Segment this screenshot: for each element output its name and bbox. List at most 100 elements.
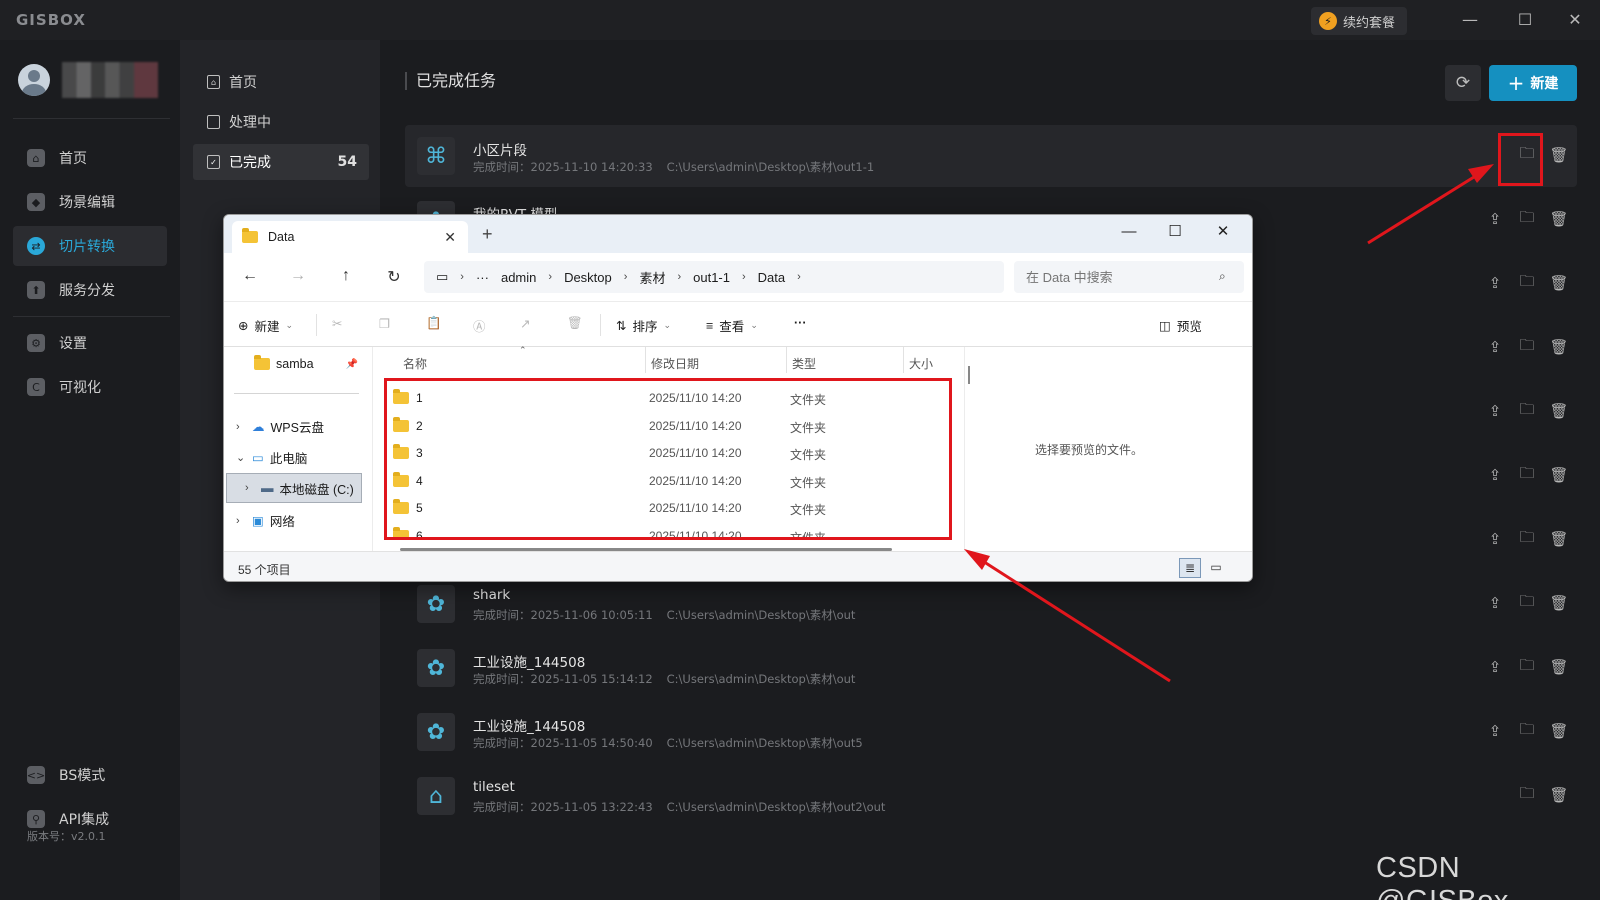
upload-icon[interactable]: ⇪ [1485, 528, 1505, 550]
up-button[interactable]: ↑ [334, 267, 358, 285]
upload-icon[interactable]: ⇪ [1485, 592, 1505, 614]
search-input[interactable] [1014, 261, 1244, 293]
renew-plan-button[interactable]: ⚡ 续约套餐 [1311, 7, 1408, 35]
upload-icon[interactable]: ⇪ [1485, 336, 1505, 358]
explorer-tab[interactable]: Data ✕ [232, 221, 468, 253]
refresh-button[interactable]: ↻ [382, 267, 406, 287]
maximize-button[interactable]: ☐ [1510, 8, 1540, 32]
breadcrumb-item[interactable]: Desktop [564, 270, 612, 285]
tree-item-network[interactable]: › ▣ 网络 [236, 511, 295, 530]
tree-item-wps-cloud[interactable]: › ☁ WPS云盘 [236, 417, 324, 436]
vertical-scrollbar[interactable] [968, 366, 970, 384]
sidebar-item-tile-convert[interactable]: ⇄ 切片转换 [13, 226, 167, 266]
trash-icon[interactable]: 🗑 [1549, 784, 1569, 806]
copy-icon[interactable]: ❐ [379, 316, 390, 331]
trash-icon[interactable]: 🗑 [1549, 720, 1569, 742]
details-view-icon[interactable]: ≣ [1179, 558, 1201, 578]
folder-open-icon[interactable]: 🗀 [1517, 592, 1537, 614]
chevron-down-icon[interactable]: ⌄ [236, 451, 246, 464]
task-row[interactable]: ⌘ 小区片段 完成时间：2025-11-10 14:20:33 C:\Users\ad… [405, 125, 1577, 187]
view-button[interactable]: ≡ 查看 ⌄ [706, 316, 758, 335]
breadcrumb-item[interactable]: admin [501, 270, 536, 285]
folder-open-icon[interactable]: 🗀 [1517, 208, 1537, 230]
subnav-item-completed[interactable]: ✓ 已完成 54 [193, 144, 369, 180]
folder-open-icon[interactable]: 🗀 [1517, 784, 1537, 806]
user-profile[interactable] [18, 62, 158, 98]
trash-icon[interactable]: 🗑 [1549, 656, 1569, 678]
folder-open-icon[interactable]: 🗀 [1517, 720, 1537, 742]
file-row[interactable]: 5 2025/11/10 14:20 文件夹 [383, 493, 943, 521]
folder-open-icon[interactable]: 🗀 [1517, 272, 1537, 294]
trash-icon[interactable]: 🗑 [1549, 272, 1569, 294]
tree-item-samba[interactable]: samba 📌 [254, 355, 358, 371]
subnav-item-processing[interactable]: 处理中 [193, 104, 369, 140]
task-row[interactable]: ✿ shark 完成时间：2025-11-06 10:05:11 C:\Users\a… [405, 573, 1577, 635]
breadcrumb-item[interactable]: Data [758, 270, 785, 285]
tree-item-this-pc[interactable]: ⌄ ▭ 此电脑 [236, 448, 307, 467]
minimize-button[interactable]: — [1455, 8, 1485, 32]
forward-button[interactable]: → [286, 267, 310, 285]
explorer-minimize-button[interactable]: — [1114, 220, 1144, 244]
breadcrumb-item[interactable]: 素材 [639, 268, 665, 287]
upload-icon[interactable]: ⇪ [1485, 464, 1505, 486]
share-icon[interactable]: ↗ [520, 316, 530, 331]
sidebar-item-scene-edit[interactable]: ◆ 场景编辑 [13, 182, 167, 222]
tiles-view-icon[interactable]: ▭ [1205, 558, 1227, 578]
sidebar-item-settings[interactable]: ⚙ 设置 [13, 323, 167, 363]
task-row[interactable]: ✿ 工业设施_144508 完成时间：2025-11-05 14:50:40 C:\U… [405, 701, 1577, 763]
chevron-right-icon[interactable]: › [236, 515, 246, 527]
trash-icon[interactable]: 🗑 [1549, 528, 1569, 550]
paste-icon[interactable]: 📋 [426, 316, 442, 331]
breadcrumb[interactable]: ▭ › ··· admin › Desktop › 素材 › out1-1 › … [424, 261, 1004, 293]
task-row[interactable]: ✿ 工业设施_144508 完成时间：2025-11-05 15:14:12 C:\U… [405, 637, 1577, 699]
cut-icon[interactable]: ✂ [332, 316, 342, 331]
back-button[interactable]: ← [238, 267, 262, 285]
horizontal-scrollbar[interactable] [400, 548, 892, 551]
upload-icon[interactable]: ⇪ [1485, 720, 1505, 742]
trash-icon[interactable]: 🗑 [1549, 336, 1569, 358]
subnav-item-home[interactable]: ⌂ 首页 [193, 64, 369, 100]
folder-open-icon[interactable]: 🗀 [1517, 464, 1537, 486]
trash-icon[interactable]: 🗑 [1549, 144, 1569, 166]
folder-open-icon[interactable]: 🗀 [1517, 528, 1537, 550]
explorer-close-button[interactable]: ✕ [1208, 220, 1238, 244]
folder-open-icon[interactable]: 🗀 [1517, 656, 1537, 678]
tree-item-local-disk-c[interactable]: › ▬ 本地磁盘 (C:) [226, 473, 362, 503]
trash-icon[interactable]: 🗑 [1549, 464, 1569, 486]
overflow-icon[interactable]: ··· [476, 270, 489, 285]
upload-icon[interactable]: ⇪ [1485, 656, 1505, 678]
upload-icon[interactable]: ⇪ [1485, 272, 1505, 294]
refresh-button[interactable]: ⟳ [1445, 65, 1481, 101]
folder-open-icon[interactable]: 🗀 [1517, 336, 1537, 358]
sidebar-item-bs-mode[interactable]: <> BS模式 [13, 755, 167, 795]
file-row[interactable]: 2 2025/11/10 14:20 文件夹 [383, 411, 943, 439]
trash-icon[interactable]: 🗑 [1549, 208, 1569, 230]
new-item-button[interactable]: ⊕ 新建 ⌄ [238, 316, 293, 335]
file-row[interactable]: 1 2025/11/10 14:20 文件夹 [383, 383, 943, 411]
trash-icon[interactable]: 🗑 [1549, 400, 1569, 422]
sidebar-item-visualize[interactable]: C 可视化 [13, 367, 167, 407]
new-task-button[interactable]: + 新建 [1489, 65, 1577, 101]
sidebar-item-service-publish[interactable]: ⬆ 服务分发 [13, 270, 167, 310]
chevron-right-icon[interactable]: › [245, 482, 255, 494]
file-row[interactable]: 3 2025/11/10 14:20 文件夹 [383, 438, 943, 466]
new-tab-button[interactable]: + [482, 224, 493, 245]
avatar[interactable] [18, 64, 50, 96]
sidebar-item-home[interactable]: ⌂ 首页 [13, 138, 167, 178]
sort-button[interactable]: ⇅ 排序 ⌄ [616, 316, 671, 335]
upload-icon[interactable]: ⇪ [1485, 400, 1505, 422]
task-row[interactable]: ⌂ tileset 完成时间：2025-11-05 13:22:43 C:\Users… [405, 765, 1577, 827]
chevron-right-icon[interactable]: › [236, 421, 246, 433]
breadcrumb-item[interactable]: out1-1 [693, 270, 730, 285]
delete-icon[interactable]: 🗑 [567, 316, 583, 331]
rename-icon[interactable]: Ⓐ [473, 316, 486, 335]
upload-icon[interactable]: ⇪ [1485, 208, 1505, 230]
explorer-maximize-button[interactable]: ☐ [1160, 220, 1190, 244]
close-tab-icon[interactable]: ✕ [444, 229, 456, 246]
preview-pane-button[interactable]: ◫ 预览 [1159, 316, 1202, 335]
more-options-button[interactable]: ··· [794, 316, 807, 330]
file-row[interactable]: 4 2025/11/10 14:20 文件夹 [383, 466, 943, 494]
file-row[interactable]: 6 2025/11/10 14:20 文件夹 [383, 521, 943, 537]
close-button[interactable]: ✕ [1560, 8, 1590, 32]
folder-open-icon[interactable]: 🗀 [1517, 400, 1537, 422]
